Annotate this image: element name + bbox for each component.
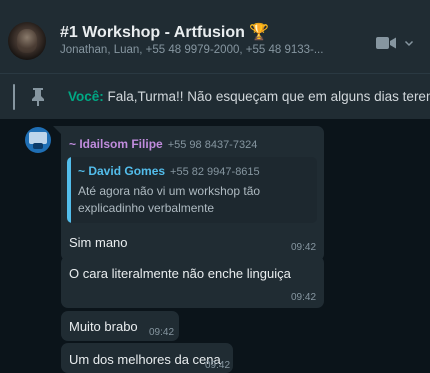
pinned-message-bar[interactable]: Você: Fala,Turma!! Não esqueçam que em a…	[0, 73, 430, 119]
message-time: 09:42	[149, 327, 175, 338]
pinned-sender: Você:	[68, 89, 104, 104]
message-list[interactable]: ~ Idailsom Filipe +55 98 8437-7324 ~ Davi…	[0, 119, 430, 373]
chevron-down-icon[interactable]	[404, 38, 414, 48]
message-text: Sim mano	[69, 235, 128, 250]
group-title[interactable]: #1 Workshop - Artfusion 🏆	[60, 22, 269, 42]
sender-name[interactable]: ~ Idailsom Filipe	[69, 137, 163, 151]
pinned-message-text: Você: Fala,Turma!! Não esqueçam que em a…	[68, 89, 430, 104]
message-bubble[interactable]: O cara literalmente não enche linguiça 0…	[61, 256, 324, 308]
video-camera-icon[interactable]	[376, 36, 396, 50]
message-time: 09:42	[291, 292, 317, 303]
message-time: 09:42	[291, 242, 317, 253]
sender-avatar[interactable]	[25, 127, 51, 153]
group-participants[interactable]: Jonathan, Luan, +55 48 9979-2000, +55 48…	[60, 44, 365, 56]
quote-sender-phone: +55 82 9947-8615	[170, 166, 260, 178]
sender-phone: +55 98 8437-7324	[167, 139, 258, 151]
message-text: Um dos melhores da cena	[69, 352, 221, 367]
quote-sender: ~ David Gomes +55 82 9947-8615	[78, 164, 260, 178]
message-bubble[interactable]: Muito brabo 09:42	[61, 311, 179, 341]
pinned-indicator	[13, 84, 15, 110]
quote-accent-bar	[67, 157, 71, 223]
group-avatar[interactable]	[8, 22, 46, 60]
pin-icon	[32, 88, 44, 106]
quoted-message[interactable]: ~ David Gomes +55 82 9947-8615 Até agora …	[67, 157, 317, 223]
message-time: 09:42	[205, 360, 231, 371]
message-bubble[interactable]: ~ Idailsom Filipe +55 98 8437-7324 ~ Davi…	[61, 126, 324, 261]
message-text: Muito brabo	[69, 319, 138, 334]
quote-sender-name: ~ David Gomes	[78, 164, 166, 178]
chat-header[interactable]: #1 Workshop - Artfusion 🏆 Jonathan, Luan…	[0, 0, 430, 73]
chat-scrollbar[interactable]	[424, 119, 430, 372]
message-text: O cara literalmente não enche linguiça	[69, 266, 291, 281]
quote-text: Até agora não vi um workshop tão explica…	[78, 184, 261, 215]
message-bubble[interactable]: Um dos melhores da cena 09:42	[61, 343, 233, 373]
pinned-body: Fala,Turma!! Não esqueçam que em alguns …	[107, 89, 430, 104]
message-sender: ~ Idailsom Filipe +55 98 8437-7324	[69, 137, 257, 151]
